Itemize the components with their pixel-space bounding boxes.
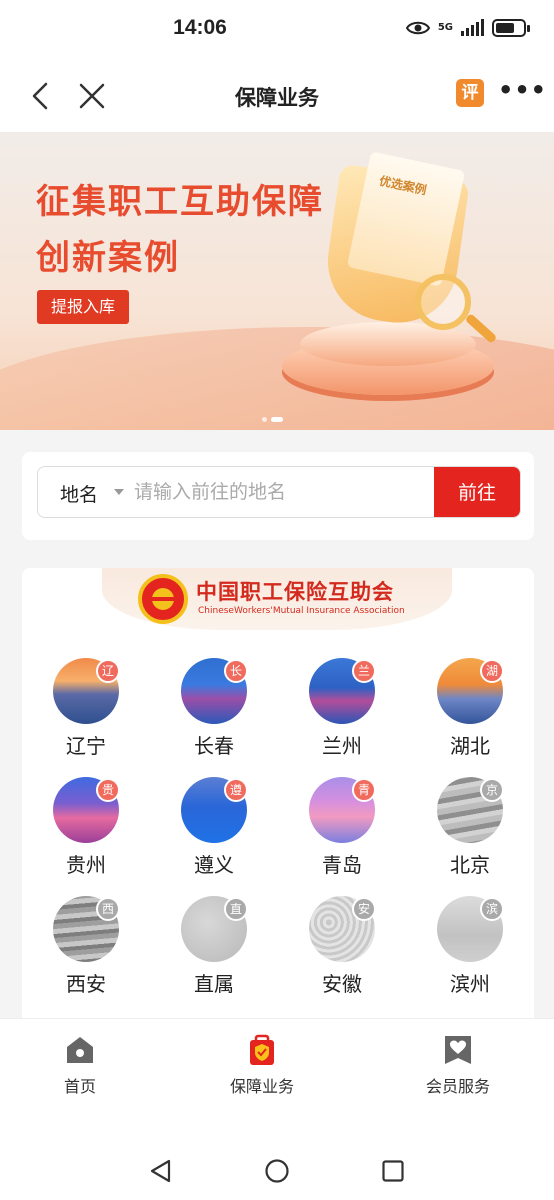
region-badge: 辽	[96, 659, 120, 683]
system-home-icon[interactable]	[264, 1158, 290, 1184]
signal-icon	[461, 19, 484, 36]
region-name: 青岛	[322, 853, 362, 877]
region-badge: 贵	[96, 778, 120, 802]
region-name: 辽宁	[66, 734, 106, 758]
region-item[interactable]: 安安徽	[278, 896, 406, 1015]
search-card: 地名 前往	[22, 452, 534, 540]
region-item[interactable]: 京北京	[406, 777, 534, 896]
region-name: 长春	[194, 734, 234, 758]
go-button[interactable]: 前往	[434, 467, 520, 517]
region-item[interactable]: 兰兰州	[278, 658, 406, 777]
system-navigation-bar	[0, 1114, 554, 1200]
status-icons: 5G	[405, 19, 530, 37]
association-name-en: ChineseWorkers'Mutual Insurance Associat…	[198, 606, 405, 616]
review-icon[interactable]: 评	[456, 79, 484, 107]
region-item[interactable]: 滨滨州	[406, 896, 534, 1015]
location-search-box: 地名 前往	[37, 466, 521, 518]
region-item[interactable]: 贵贵州	[22, 777, 150, 896]
association-emblem-icon	[138, 574, 188, 624]
region-item[interactable]: 长长春	[150, 658, 278, 777]
region-badge: 兰	[352, 659, 376, 683]
home-icon	[67, 1037, 93, 1063]
status-time: 14:06	[173, 16, 227, 39]
location-search-input[interactable]	[134, 475, 424, 509]
status-bar: 14:06 5G	[0, 0, 554, 62]
region-name: 直属	[194, 972, 234, 996]
region-name: 湖北	[450, 734, 490, 758]
chevron-down-icon[interactable]	[114, 489, 124, 495]
battery-icon	[492, 19, 530, 37]
region-item[interactable]: 湖湖北	[406, 658, 534, 777]
system-back-icon[interactable]	[148, 1158, 174, 1184]
region-name: 贵州	[66, 853, 106, 877]
carousel-indicator	[262, 417, 283, 422]
tab-home[interactable]: 首页	[0, 1033, 160, 1097]
association-logo-bar: 中国职工保险互助会 ChineseWorkers'Mutual Insuranc…	[102, 568, 452, 630]
region-name: 兰州	[322, 734, 362, 758]
region-item[interactable]: 辽辽宁	[22, 658, 150, 777]
tab-member-service-label: 会员服务	[425, 1077, 490, 1096]
tab-insurance-business-label: 保障业务	[229, 1077, 294, 1096]
region-item[interactable]: 西西安	[22, 896, 150, 1015]
tab-member-service[interactable]: 会员服务	[378, 1033, 538, 1097]
nav-header: 保障业务 评 •••	[0, 62, 554, 132]
tab-insurance-business[interactable]: 保障业务	[182, 1033, 342, 1097]
region-item[interactable]: 直直属	[150, 896, 278, 1015]
banner-headline-line2: 创新案例	[36, 238, 180, 278]
region-badge: 遵	[224, 778, 248, 802]
region-badge: 直	[224, 897, 248, 921]
region-badge: 青	[352, 778, 376, 802]
region-name: 西安	[66, 972, 106, 996]
region-badge: 长	[224, 659, 248, 683]
region-badge: 滨	[480, 897, 504, 921]
region-badge: 湖	[480, 659, 504, 683]
region-item[interactable]: 遵遵义	[150, 777, 278, 896]
region-name: 滨州	[450, 972, 490, 996]
association-name-cn: 中国职工保险互助会	[196, 580, 394, 604]
submit-case-button[interactable]: 提报入库	[37, 290, 129, 324]
tab-home-label: 首页	[63, 1077, 96, 1096]
region-badge: 西	[96, 897, 120, 921]
member-heart-icon	[445, 1036, 471, 1064]
banner-document-label: 优选案例	[377, 173, 428, 198]
location-type-select[interactable]: 地名	[60, 480, 98, 507]
region-badge: 安	[352, 897, 376, 921]
system-recents-icon[interactable]	[380, 1158, 406, 1184]
shield-bag-icon	[250, 1034, 274, 1065]
more-menu-icon[interactable]: •••	[498, 76, 547, 104]
network-label: 5G	[437, 22, 453, 33]
magnifier-icon	[415, 274, 471, 330]
region-name: 遵义	[194, 853, 234, 877]
regions-card: 中国职工保险互助会 ChineseWorkers'Mutual Insuranc…	[22, 568, 534, 1028]
eye-icon	[405, 21, 430, 35]
promo-banner[interactable]: 征集职工互助保障 创新案例 提报入库 优选案例	[0, 132, 554, 430]
bottom-tab-bar: 首页 保障业务 会员服务	[0, 1018, 554, 1114]
banner-headline-line1: 征集职工互助保障	[36, 182, 324, 222]
region-name: 安徽	[322, 972, 362, 996]
region-name: 北京	[450, 853, 490, 877]
region-badge: 京	[480, 778, 504, 802]
region-item[interactable]: 青青岛	[278, 777, 406, 896]
region-grid: 辽辽宁长长春兰兰州湖湖北贵贵州遵遵义青青岛京北京西西安直直属安安徽滨滨州	[22, 658, 534, 1015]
